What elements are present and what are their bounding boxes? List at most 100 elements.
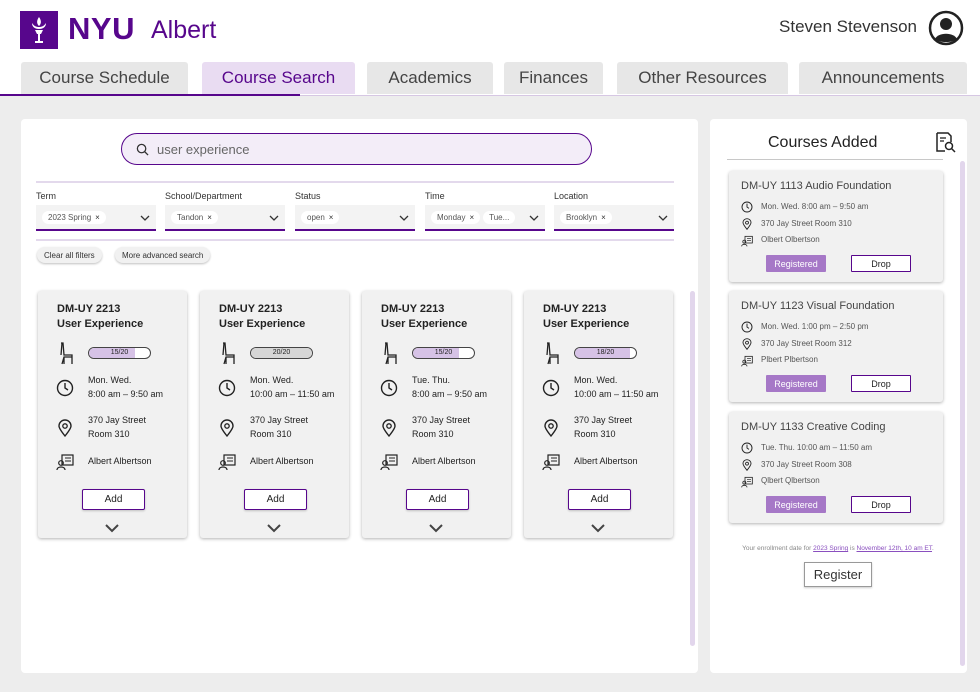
add-course-button[interactable]: Add xyxy=(406,489,469,510)
chevron-down-icon[interactable] xyxy=(269,213,279,223)
seat-icon xyxy=(546,342,559,365)
tab-course-schedule[interactable]: Course Schedule xyxy=(21,62,188,94)
course-code: DM-UY 2213 xyxy=(543,303,607,315)
sidebar-scrollbar[interactable] xyxy=(960,161,965,666)
filter-chip[interactable]: Tue... xyxy=(483,210,516,224)
course-result-card[interactable]: DM-UY 2213 User Experience 20/20 Mon. We… xyxy=(200,291,349,538)
course-address: 370 Jay Street xyxy=(574,415,633,425)
chevron-down-icon[interactable] xyxy=(590,523,606,533)
tab-finances[interactable]: Finances xyxy=(504,62,603,94)
seat-capacity-bar: 15/20 xyxy=(412,347,475,359)
course-result-card[interactable]: DM-UY 2213 User Experience 15/20 Mon. We… xyxy=(38,291,187,538)
course-title: User Experience xyxy=(381,318,468,330)
course-instructor: Albert Albertson xyxy=(88,456,152,466)
course-title: User Experience xyxy=(219,318,306,330)
tab-academics[interactable]: Academics xyxy=(367,62,493,94)
search-bar[interactable] xyxy=(121,133,592,165)
results-scrollbar[interactable] xyxy=(690,291,695,646)
advanced-search-button[interactable]: More advanced search xyxy=(115,247,211,263)
search-document-icon[interactable] xyxy=(934,131,956,153)
course-code: DM-UY 2213 xyxy=(57,303,121,315)
course-time: 8:00 am – 9:50 am xyxy=(412,389,488,399)
enrollment-note: Your enrollment date for 2023 Spring is … xyxy=(742,545,934,552)
term-dropdown[interactable]: 2023 Spring × xyxy=(36,205,156,231)
filter-chip[interactable]: Brooklyn × xyxy=(560,210,612,224)
filter-chip[interactable]: Tandon × xyxy=(171,210,218,224)
added-course-card[interactable]: DM-UY 1113 Audio Foundation Mon. Wed. 8:… xyxy=(729,171,943,282)
user-name[interactable]: Steven Stevenson xyxy=(779,17,917,37)
course-instructor: Albert Albertson xyxy=(574,456,638,466)
filter-chip[interactable]: 2023 Spring × xyxy=(42,210,106,224)
chevron-down-icon[interactable] xyxy=(399,213,409,223)
tab-announcements[interactable]: Announcements xyxy=(799,62,967,94)
location-pin-icon xyxy=(742,218,752,230)
tab-course-search[interactable]: Course Search xyxy=(202,62,355,94)
course-result-card[interactable]: DM-UY 2213 User Experience 18/20 Mon. We… xyxy=(524,291,673,538)
remove-chip-icon: × xyxy=(328,212,334,222)
chevron-down-icon[interactable] xyxy=(658,213,668,223)
chevron-down-icon[interactable] xyxy=(266,523,282,533)
search-input[interactable] xyxy=(157,141,557,157)
filter-label: Time xyxy=(425,191,445,201)
tab-other-resources[interactable]: Other Resources xyxy=(617,62,788,94)
clock-icon xyxy=(380,379,398,397)
instructor-icon xyxy=(218,454,236,471)
add-course-button[interactable]: Add xyxy=(568,489,631,510)
filter-divider-bottom xyxy=(36,239,674,241)
nyu-torch-logo[interactable] xyxy=(20,11,58,49)
drop-course-button[interactable]: Drop xyxy=(851,375,911,392)
course-room: Room 310 xyxy=(88,429,130,439)
seat-icon xyxy=(222,342,235,365)
time-dropdown[interactable]: Monday × Tue... xyxy=(425,205,545,231)
clear-filters-button[interactable]: Clear all filters xyxy=(37,247,102,263)
course-code: DM-UY 2213 xyxy=(381,303,445,315)
added-course-instructor: Qlbert Qlbertson xyxy=(761,476,820,485)
seat-count: 20/20 xyxy=(272,349,291,356)
add-course-button[interactable]: Add xyxy=(82,489,145,510)
clock-icon xyxy=(741,321,753,333)
filter-label: School/Department xyxy=(165,191,243,201)
added-course-instructor: Olbert Olbertson xyxy=(761,235,820,244)
status-dropdown[interactable]: open × xyxy=(295,205,415,231)
chevron-down-icon[interactable] xyxy=(428,523,444,533)
course-address: 370 Jay Street xyxy=(412,415,471,425)
course-room: Room 310 xyxy=(574,429,616,439)
clock-icon xyxy=(741,201,753,213)
filter-chip[interactable]: Monday × xyxy=(431,210,481,224)
chevron-down-icon[interactable] xyxy=(104,523,120,533)
drop-course-button[interactable]: Drop xyxy=(851,496,911,513)
filter-chip[interactable]: open × xyxy=(301,210,340,224)
course-days: Mon. Wed. xyxy=(250,375,294,385)
added-course-location: 370 Jay Street Room 308 xyxy=(761,460,852,469)
courses-added-panel: Courses Added DM-UY 1113 Audio Foundatio… xyxy=(710,119,967,673)
course-search-panel: Term 2023 Spring× School/Department Tand… xyxy=(21,119,698,673)
seat-count: 15/20 xyxy=(434,349,453,356)
add-course-button[interactable]: Add xyxy=(244,489,307,510)
enrollment-date-link[interactable]: November 12th, 10 am ET xyxy=(857,545,933,552)
added-course-card[interactable]: DM-UY 1133 Creative Coding Tue. Thu. 10:… xyxy=(729,412,943,523)
registered-badge: Registered xyxy=(766,375,826,392)
app-header: NYU Albert Steven Stevenson Course Sched… xyxy=(0,0,980,96)
course-result-card[interactable]: DM-UY 2213 User Experience 15/20 Tue. Th… xyxy=(362,291,511,538)
filter-label: Location xyxy=(554,191,589,201)
school-dropdown[interactable]: Tandon × xyxy=(165,205,285,231)
seat-capacity-bar: 20/20 xyxy=(250,347,313,359)
course-time: 10:00 am – 11:50 am xyxy=(574,389,659,399)
registered-badge: Registered xyxy=(766,255,826,272)
registered-badge: Registered xyxy=(766,496,826,513)
drop-course-button[interactable]: Drop xyxy=(851,255,911,272)
app-name: Albert xyxy=(151,16,217,44)
clock-icon xyxy=(56,379,74,397)
added-course-card[interactable]: DM-UY 1123 Visual Foundation Mon. Wed. 1… xyxy=(729,291,943,402)
chevron-down-icon[interactable] xyxy=(529,213,539,223)
term-link[interactable]: 2023 Spring xyxy=(813,545,848,552)
remove-chip-icon: × xyxy=(601,212,606,222)
user-avatar-icon[interactable] xyxy=(928,10,964,46)
tab-divider xyxy=(300,95,980,96)
location-dropdown[interactable]: Brooklyn × xyxy=(554,205,674,231)
active-tab-indicator xyxy=(0,94,300,96)
chevron-down-icon[interactable] xyxy=(140,213,150,223)
location-pin-icon xyxy=(58,419,72,437)
remove-chip-icon: × xyxy=(469,212,475,222)
register-button[interactable]: Register xyxy=(804,562,872,587)
